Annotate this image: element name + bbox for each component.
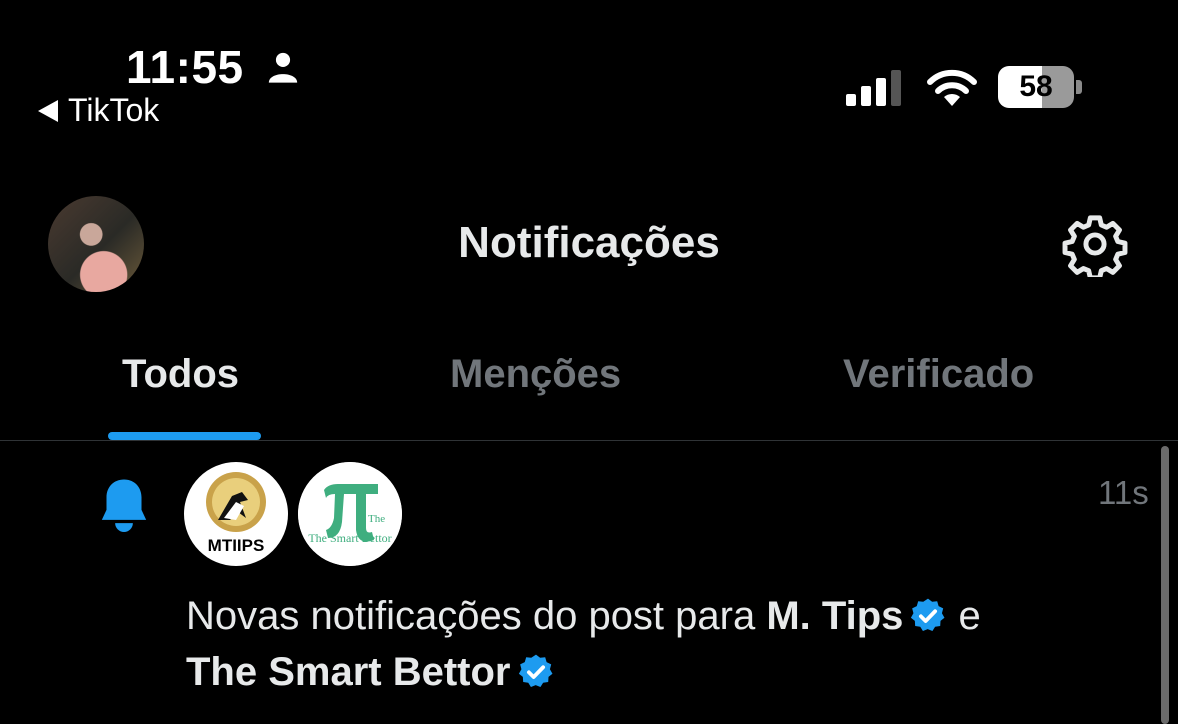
back-to-app-link[interactable]: TikTok (38, 92, 159, 129)
notification-connector: e (958, 594, 981, 638)
divider (0, 440, 1178, 441)
svg-text:The Smart Bettor: The Smart Bettor (308, 531, 391, 545)
verified-icon (518, 654, 552, 688)
cellular-signal-icon (846, 70, 901, 106)
notification-text: Novas notificações do post para M. Tips … (186, 588, 1126, 700)
scrollbar[interactable] (1161, 446, 1169, 724)
avatar-1-logo-text: MTIIPS (207, 536, 265, 555)
person-icon (268, 52, 298, 83)
tab-mencoes[interactable]: Menções (450, 352, 621, 397)
tab-todos[interactable]: Todos (122, 352, 239, 397)
account-avatar-mtips[interactable]: MTIIPS (184, 462, 288, 566)
account-avatar-smart-bettor[interactable]: The The Smart Bettor (298, 462, 402, 566)
gear-icon[interactable] (1062, 211, 1128, 277)
svg-text:The: The (368, 513, 385, 525)
verified-icon (911, 598, 945, 632)
battery-level: 58 (1019, 70, 1053, 103)
account-name-smart-bettor[interactable]: The Smart Bettor (186, 650, 511, 694)
back-arrow-icon (38, 99, 58, 122)
tab-verificado[interactable]: Verificado (843, 352, 1034, 397)
bell-icon (101, 479, 147, 532)
wifi-icon (927, 69, 977, 106)
page-title: Notificações (458, 218, 720, 267)
active-tab-indicator (108, 432, 261, 440)
account-name-mtips[interactable]: M. Tips (766, 594, 903, 638)
pi-logo-icon: The The Smart Bettor (298, 462, 402, 566)
back-app-label: TikTok (68, 92, 160, 128)
status-time: 11:55 (126, 41, 244, 93)
notification-prefix: Novas notificações do post para (186, 594, 756, 638)
notification-time: 11s (1098, 474, 1149, 511)
battery-tip (1076, 80, 1082, 94)
